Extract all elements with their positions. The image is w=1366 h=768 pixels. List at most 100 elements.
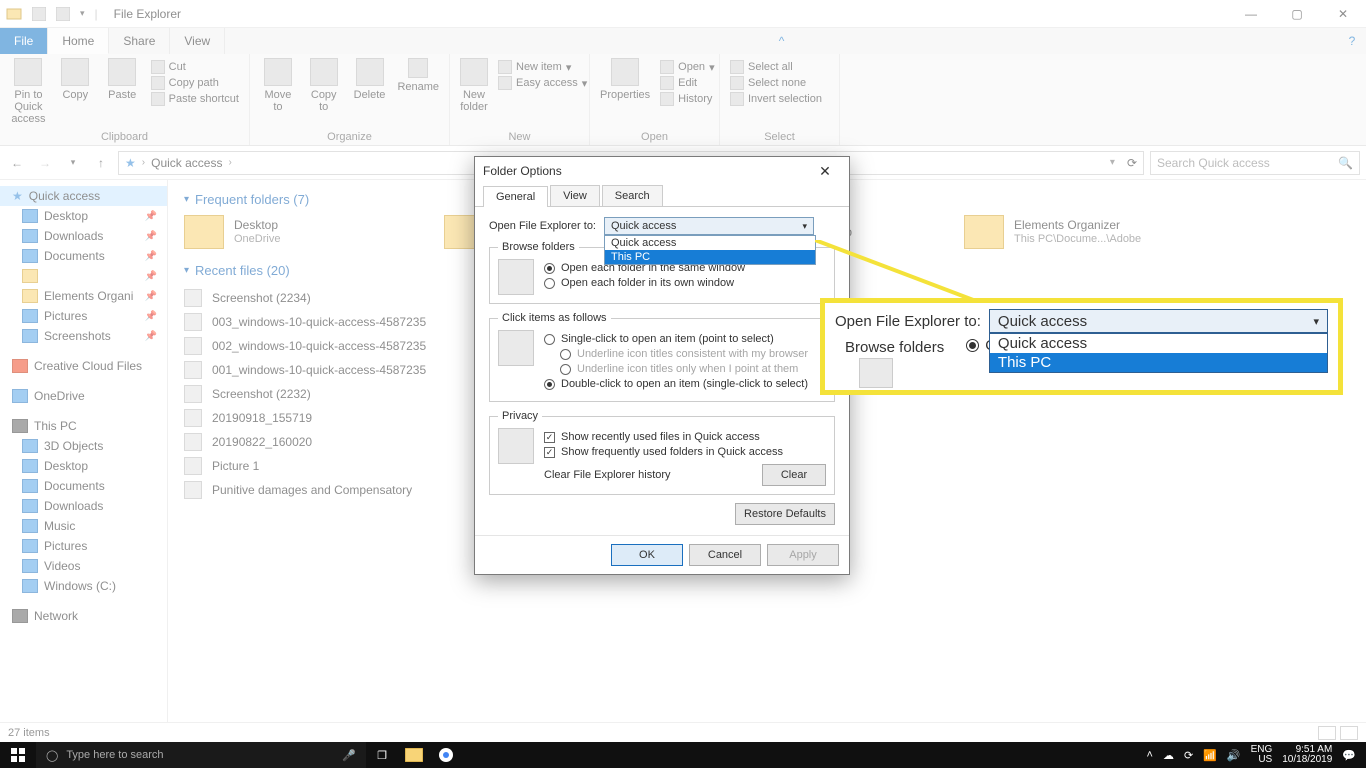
folder-item[interactable]: DesktopOneDrive: [184, 215, 404, 249]
ok-button[interactable]: OK: [611, 544, 683, 566]
sidebar-item[interactable]: Videos: [0, 556, 167, 576]
sidebar-item[interactable]: Desktop📌: [0, 206, 167, 226]
open-explorer-dropdown: Quick access This PC: [604, 235, 816, 265]
search-input[interactable]: Search Quick access 🔍: [1150, 151, 1360, 175]
sidebar-item[interactable]: Documents: [0, 476, 167, 496]
tray-notifications-icon[interactable]: 💬: [1342, 749, 1356, 762]
maximize-button[interactable]: ▢: [1274, 0, 1320, 28]
edit-button[interactable]: Edit: [660, 76, 714, 90]
taskbar-chrome-icon[interactable]: [430, 742, 462, 768]
sidebar-item[interactable]: Elements Organi📌: [0, 286, 167, 306]
refresh-icon[interactable]: ⟳: [1127, 156, 1137, 170]
sidebar-item[interactable]: 📌: [0, 266, 167, 286]
radio-double-click[interactable]: Double-click to open an item (single-cli…: [544, 378, 808, 390]
tray-onedrive-icon[interactable]: ☁: [1163, 749, 1174, 762]
dialog-tab-general[interactable]: General: [483, 186, 548, 207]
sidebar-item[interactable]: Documents📌: [0, 246, 167, 266]
check-recent-files[interactable]: Show recently used files in Quick access: [544, 431, 826, 443]
sidebar-item[interactable]: Windows (C:): [0, 576, 167, 596]
tab-share[interactable]: Share: [109, 28, 170, 54]
taskbar-search[interactable]: ◯Type here to search🎤: [36, 742, 366, 768]
copyto-button[interactable]: Copy to: [306, 58, 342, 113]
easyaccess-button[interactable]: Easy access ▾: [498, 76, 587, 90]
sidebar-item[interactable]: Pictures📌: [0, 306, 167, 326]
nav-up-icon[interactable]: ↑: [90, 152, 112, 174]
selectnone-button[interactable]: Select none: [730, 76, 822, 90]
sidebar-item[interactable]: Music: [0, 516, 167, 536]
dropdown-option-quick-access[interactable]: Quick access: [605, 236, 815, 250]
restore-defaults-button[interactable]: Restore Defaults: [735, 503, 835, 525]
tray-clock[interactable]: 9:51 AM10/18/2019: [1282, 745, 1332, 766]
minimize-button[interactable]: —: [1228, 0, 1274, 28]
callout-option-quick-access[interactable]: Quick access: [990, 334, 1327, 353]
qat-properties-icon[interactable]: [32, 7, 46, 21]
rename-button[interactable]: Rename: [397, 58, 439, 93]
sidebar-network[interactable]: Network: [0, 606, 167, 626]
task-view-icon[interactable]: ❐: [366, 742, 398, 768]
sidebar-item[interactable]: Desktop: [0, 456, 167, 476]
sidebar-item[interactable]: Screenshots📌: [0, 326, 167, 346]
apply-button[interactable]: Apply: [767, 544, 839, 566]
tray-lang[interactable]: ENGUS: [1251, 745, 1273, 766]
tray-up-icon[interactable]: ˄: [1147, 749, 1153, 761]
sidebar-item[interactable]: Downloads📌: [0, 226, 167, 246]
delete-button[interactable]: Delete: [352, 58, 388, 101]
tray-volume-icon[interactable]: 🔊: [1227, 749, 1241, 762]
sidebar-creative-cloud[interactable]: Creative Cloud Files: [0, 356, 167, 376]
help-icon[interactable]: ?: [1338, 28, 1366, 54]
properties-button[interactable]: Properties: [600, 58, 650, 101]
nav-forward-icon[interactable]: →: [34, 152, 56, 174]
paste-button[interactable]: Paste: [104, 58, 141, 101]
view-details-icon[interactable]: [1318, 726, 1336, 740]
sidebar-onedrive[interactable]: OneDrive: [0, 386, 167, 406]
close-button[interactable]: ✕: [1320, 0, 1366, 28]
tray-wifi-icon[interactable]: 📶: [1203, 749, 1217, 762]
qat-dropdown-icon[interactable]: ▾: [80, 8, 85, 19]
tab-home[interactable]: Home: [48, 28, 109, 54]
radio-single-click[interactable]: Single-click to open an item (point to s…: [544, 333, 808, 345]
callout-option-this-pc[interactable]: This PC: [990, 353, 1327, 372]
open-explorer-combo[interactable]: Quick access ▾ Quick access This PC: [604, 217, 814, 235]
dialog-tab-view[interactable]: View: [550, 185, 600, 206]
nav-recent-icon[interactable]: ▾: [62, 152, 84, 174]
pasteshortcut-button[interactable]: Paste shortcut: [151, 92, 239, 106]
history-button[interactable]: History: [660, 92, 714, 106]
cut-button[interactable]: Cut: [151, 60, 239, 74]
taskbar-explorer-icon[interactable]: [398, 742, 430, 768]
ribbon-collapse-icon[interactable]: ^: [768, 28, 796, 54]
open-button[interactable]: Open ▾: [660, 60, 714, 74]
sidebar-this-pc[interactable]: This PC: [0, 416, 167, 436]
moveto-button[interactable]: Move to: [260, 58, 296, 113]
folder-item[interactable]: Elements OrganizerThis PC\Docume...\Adob…: [964, 215, 1184, 249]
sidebar-item[interactable]: Pictures: [0, 536, 167, 556]
tray-sync-icon[interactable]: ⟳: [1184, 749, 1193, 762]
callout-combo[interactable]: Quick access ▾ Quick access This PC: [989, 309, 1328, 333]
dropdown-option-this-pc[interactable]: This PC: [605, 250, 815, 264]
pin-quickaccess-button[interactable]: Pin to Quick access: [10, 58, 47, 125]
dialog-tab-search[interactable]: Search: [602, 185, 663, 206]
sidebar-quick-access[interactable]: ★Quick access: [0, 186, 167, 206]
qat-newfolder-icon[interactable]: [56, 7, 70, 21]
selectall-button[interactable]: Select all: [730, 60, 822, 74]
tab-view[interactable]: View: [170, 28, 225, 54]
mic-icon[interactable]: 🎤: [342, 749, 356, 762]
address-text: Quick access: [151, 156, 222, 170]
search-icon: 🔍: [1338, 156, 1353, 170]
privacy-legend: Privacy: [498, 410, 542, 422]
copypath-button[interactable]: Copy path: [151, 76, 239, 90]
cancel-button[interactable]: Cancel: [689, 544, 761, 566]
copy-button[interactable]: Copy: [57, 58, 94, 101]
check-frequent-folders[interactable]: Show frequently used folders in Quick ac…: [544, 446, 826, 458]
newfolder-button[interactable]: New folder: [460, 58, 488, 113]
radio-own-window[interactable]: Open each folder in its own window: [544, 277, 745, 289]
dialog-close-icon[interactable]: ✕: [809, 163, 841, 180]
start-button[interactable]: [0, 742, 36, 768]
view-large-icon[interactable]: [1340, 726, 1358, 740]
tab-file[interactable]: File: [0, 28, 48, 54]
invertselection-button[interactable]: Invert selection: [730, 92, 822, 106]
sidebar-item[interactable]: Downloads: [0, 496, 167, 516]
sidebar-item[interactable]: 3D Objects: [0, 436, 167, 456]
newitem-button[interactable]: New item ▾: [498, 60, 587, 74]
clear-button[interactable]: Clear: [762, 464, 826, 486]
nav-back-icon[interactable]: ←: [6, 152, 28, 174]
